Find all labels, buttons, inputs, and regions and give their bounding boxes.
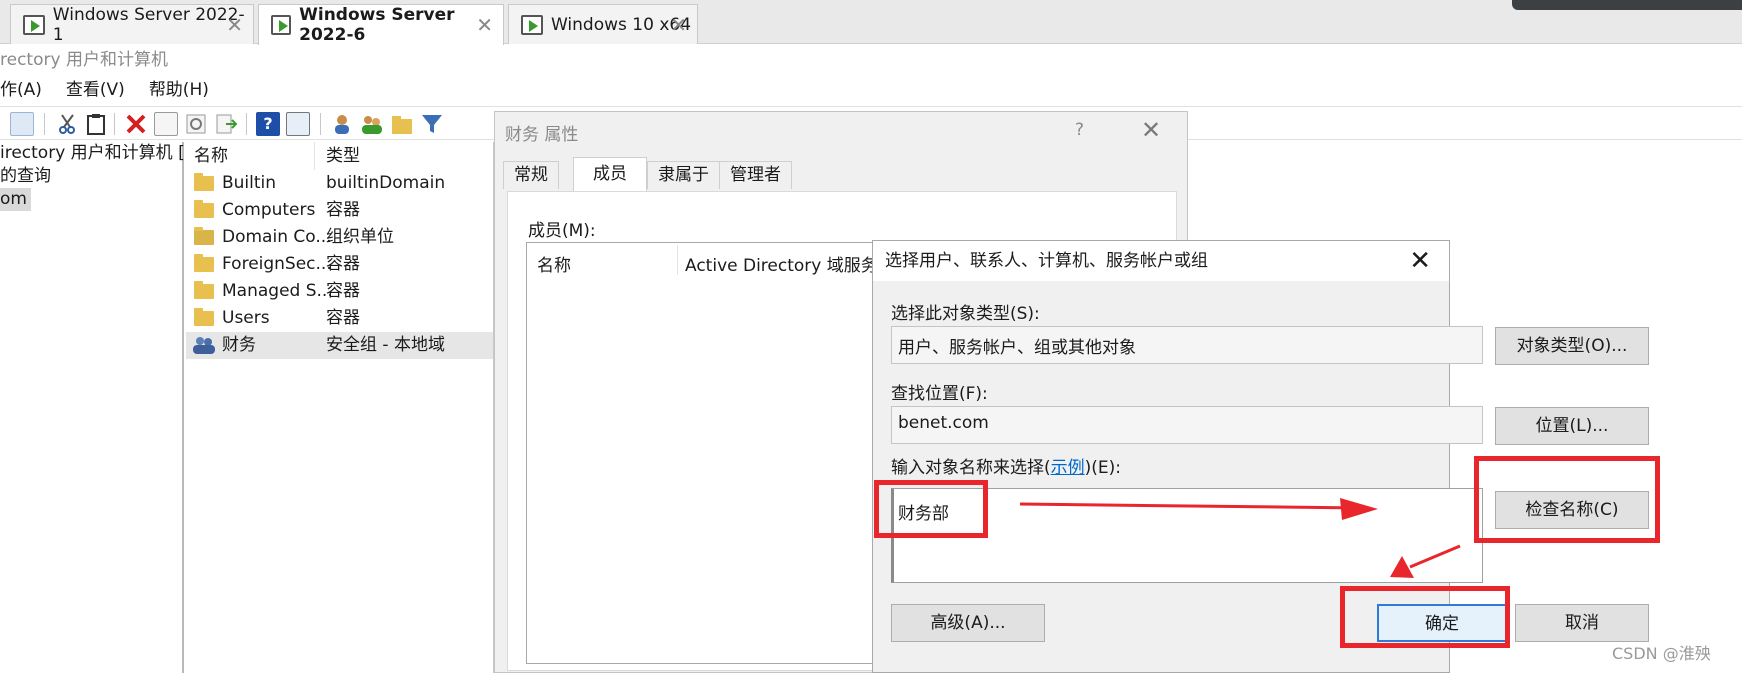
watermark: CSDN @淮殃 [1612,644,1711,663]
annotation-arrows [1019,498,1461,578]
